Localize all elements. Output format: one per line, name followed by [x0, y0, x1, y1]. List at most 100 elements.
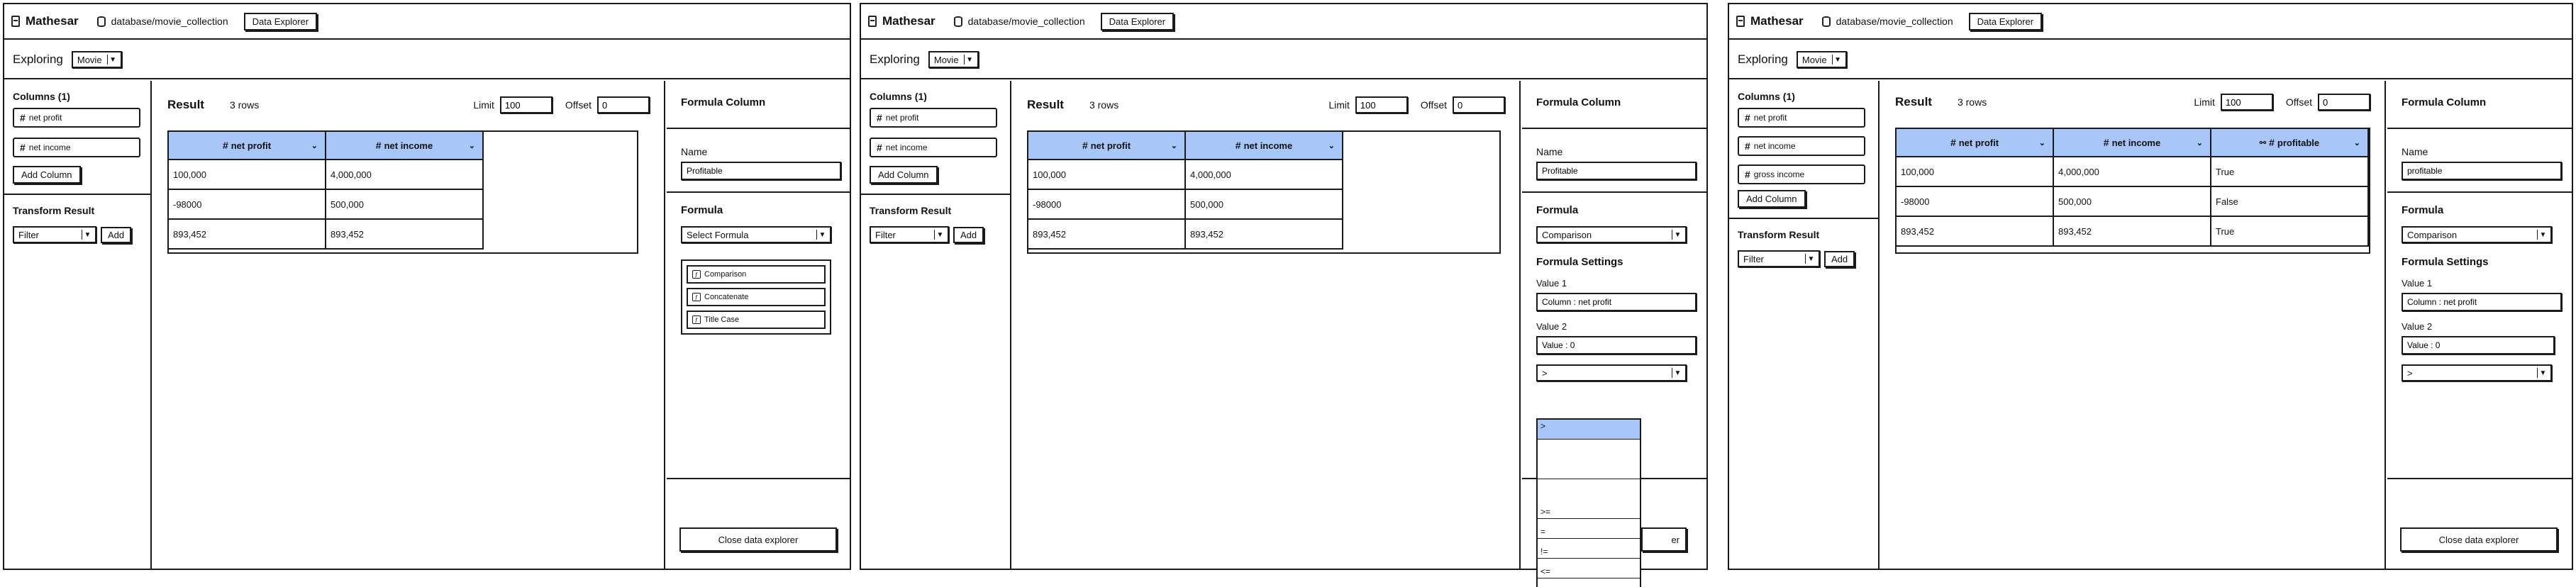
chevron-down-icon[interactable]: ⌄	[2039, 138, 2045, 147]
table-cell[interactable]: -98000	[1028, 190, 1184, 220]
formula-select[interactable]: Select Formula ▼	[681, 226, 831, 243]
table-cell[interactable]: 4,000,000	[326, 160, 482, 190]
table-cell[interactable]: 893,452	[1028, 220, 1184, 250]
table-cell[interactable]: 500,000	[1186, 190, 1342, 220]
column-item-net-income[interactable]: # net income	[13, 138, 140, 157]
transform-select[interactable]: Filter ▼	[870, 226, 949, 243]
transform-select[interactable]: Filter ▼	[1738, 250, 1820, 267]
formula-select[interactable]: Comparison ▼	[1536, 226, 1687, 243]
table-select[interactable]: Movie ▼	[71, 51, 122, 68]
chevron-down-icon[interactable]: ⌄	[1328, 141, 1335, 150]
operator-option-eq[interactable]: =	[1538, 519, 1640, 539]
chevron-down-icon[interactable]: ⌄	[1171, 141, 1177, 150]
table-cell[interactable]: 893,452	[169, 220, 325, 250]
table-select[interactable]: Movie ▼	[1796, 51, 1847, 68]
table-cell[interactable]: 893,452	[326, 220, 482, 250]
operator-option-lt[interactable]: <	[1538, 578, 1640, 587]
column-header-net-profit[interactable]: # net profit ⌄	[1897, 129, 2053, 157]
table-cell[interactable]: 893,452	[2054, 217, 2210, 247]
table-cell[interactable]: -98000	[1897, 187, 2053, 217]
column-item-net-profit[interactable]: # net profit	[13, 108, 140, 128]
offset-input[interactable]	[1453, 96, 1505, 113]
column-header-net-profit[interactable]: # net profit ⌄	[1028, 132, 1184, 160]
name-input[interactable]	[1536, 162, 1697, 180]
data-explorer-button[interactable]: Data Explorer	[1100, 12, 1175, 30]
formula-option-title-case[interactable]: ƒ Title Case	[687, 311, 826, 329]
column-item-net-profit[interactable]: # net profit	[1738, 108, 1865, 128]
table-cell[interactable]: False	[2211, 187, 2367, 217]
offset-input[interactable]	[2318, 94, 2370, 111]
column-header-profitable[interactable]: ⚯ # profitable ⌄	[2211, 129, 2367, 157]
name-input[interactable]	[2402, 162, 2562, 180]
transform-add-button[interactable]: Add	[101, 226, 132, 243]
column-item-net-profit[interactable]: # net profit	[870, 108, 997, 128]
formula-divider	[1522, 191, 1706, 193]
limit-input[interactable]	[2220, 94, 2273, 111]
table-cell[interactable]: 893,452	[1186, 220, 1342, 250]
grid-column-net-income: # net income ⌄ 4,000,000 500,000 893,452	[326, 132, 484, 250]
transform-add-button[interactable]: Add	[1824, 250, 1855, 267]
name-input[interactable]	[681, 162, 841, 180]
operator-option-gte[interactable]: >=	[1538, 479, 1640, 519]
column-header-net-income[interactable]: # net income ⌄	[326, 132, 482, 160]
value2-input[interactable]	[1536, 336, 1697, 354]
operator-select[interactable]: > ▼	[1536, 364, 1687, 381]
table-select[interactable]: Movie ▼	[928, 51, 979, 68]
column-item-net-income[interactable]: # net income	[870, 138, 997, 157]
column-header-net-income[interactable]: # net income ⌄	[2054, 129, 2210, 157]
table-cell[interactable]: 4,000,000	[2054, 157, 2210, 187]
table-cell[interactable]: 100,000	[169, 160, 325, 190]
column-header-net-profit[interactable]: # net profit ⌄	[169, 132, 325, 160]
chevron-down-icon[interactable]: ⌄	[311, 141, 318, 150]
column-item-gross-income[interactable]: # gross income	[1738, 164, 1865, 184]
column-item-net-income[interactable]: # net income	[1738, 136, 1865, 156]
limit-input[interactable]	[1355, 96, 1408, 113]
offset-label: Offset	[565, 99, 592, 111]
table-cell[interactable]: True	[2211, 217, 2367, 247]
operator-option-lte[interactable]: <=	[1538, 559, 1640, 578]
table-cell[interactable]: 100,000	[1028, 160, 1184, 190]
grid-column-profitable: ⚯ # profitable ⌄ True False True	[2211, 129, 2369, 247]
offset-input[interactable]	[597, 96, 650, 113]
chevron-down-icon[interactable]: ⌄	[469, 141, 475, 150]
close-data-explorer-button[interactable]: er	[1641, 527, 1687, 552]
column-header-net-income[interactable]: # net income ⌄	[1186, 132, 1342, 160]
formula-divider	[1522, 128, 1706, 129]
table-cell[interactable]: 893,452	[1897, 217, 2053, 247]
operator-option-neq[interactable]: !=	[1538, 539, 1640, 559]
limit-input[interactable]	[499, 96, 553, 113]
operator-option-gt[interactable]: >	[1538, 420, 1640, 440]
formula-select[interactable]: Comparison ▼	[2402, 226, 2552, 243]
grid-column-net-profit: # net profit ⌄ 100,000 -98000 893,452	[1028, 132, 1186, 250]
transform-select[interactable]: Filter ▼	[13, 226, 96, 243]
chevron-down-icon: ▼	[2537, 230, 2548, 240]
chevron-down-icon: ▼	[934, 230, 945, 240]
table-cell[interactable]: 4,000,000	[1186, 160, 1342, 190]
add-column-button[interactable]: Add Column	[1738, 190, 1806, 208]
database-icon	[953, 16, 962, 27]
formula-option-comparison[interactable]: ƒ Comparison	[687, 265, 826, 284]
table-cell[interactable]: True	[2211, 157, 2367, 187]
close-data-explorer-button[interactable]: Close data explorer	[2400, 527, 2558, 552]
table-cell[interactable]: 500,000	[2054, 187, 2210, 217]
breadcrumb[interactable]: database/movie_collection	[968, 16, 1085, 27]
data-explorer-button[interactable]: Data Explorer	[243, 12, 318, 30]
value2-input[interactable]	[2402, 336, 2555, 354]
breadcrumb[interactable]: database/movie_collection	[111, 16, 228, 27]
chevron-down-icon[interactable]: ⌄	[2197, 138, 2203, 147]
close-data-explorer-button[interactable]: Close data explorer	[679, 527, 837, 552]
value1-input[interactable]	[2402, 293, 2562, 311]
breadcrumb[interactable]: database/movie_collection	[1836, 16, 1953, 27]
formula-option-concatenate[interactable]: ƒ Concatenate	[687, 288, 826, 306]
add-column-button[interactable]: Add Column	[870, 166, 938, 184]
data-explorer-button[interactable]: Data Explorer	[1968, 12, 2043, 30]
transform-row: Filter ▼ Add	[1738, 250, 1878, 267]
value1-input[interactable]	[1536, 293, 1697, 311]
transform-add-button[interactable]: Add	[953, 226, 984, 243]
table-cell[interactable]: 500,000	[326, 190, 482, 220]
table-cell[interactable]: -98000	[169, 190, 325, 220]
add-column-button[interactable]: Add Column	[13, 166, 81, 184]
chevron-down-icon[interactable]: ⌄	[2354, 138, 2360, 147]
operator-select[interactable]: > ▼	[2402, 364, 2552, 381]
table-cell[interactable]: 100,000	[1897, 157, 2053, 187]
